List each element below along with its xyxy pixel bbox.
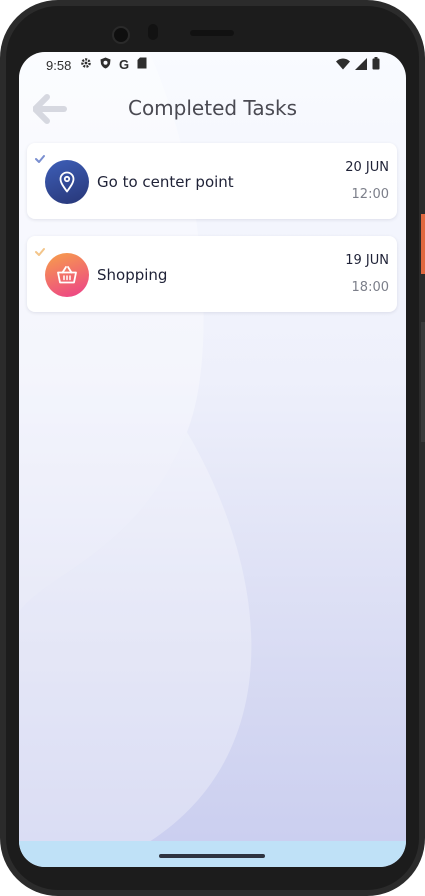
sd-card-icon <box>137 57 147 73</box>
task-card[interactable]: Go to center point 20 JUN 12:00 <box>27 143 397 219</box>
gear-icon <box>80 57 92 73</box>
status-bar: 9:58 G <box>19 52 406 80</box>
screen: 9:58 G Completed Tasks Go to center poin… <box>19 52 406 867</box>
signal-icon <box>355 57 367 74</box>
app-bar: Completed Tasks <box>19 88 406 130</box>
task-card[interactable]: Shopping 19 JUN 18:00 <box>27 236 397 312</box>
power-button <box>421 214 425 274</box>
status-icons-left: G <box>80 57 147 73</box>
phone-frame: 9:58 G Completed Tasks Go to center poin… <box>0 0 425 896</box>
battery-icon <box>372 57 380 74</box>
task-time: 12:00 <box>351 187 389 202</box>
task-date: 19 JUN <box>345 253 389 268</box>
front-camera <box>112 26 130 44</box>
location-pin-icon <box>45 160 89 204</box>
system-nav-bar <box>19 841 406 867</box>
wifi-icon <box>336 58 350 74</box>
proximity-sensor <box>148 24 158 40</box>
task-title: Go to center point <box>97 173 234 191</box>
shopping-basket-icon <box>45 253 89 297</box>
task-title: Shopping <box>97 266 168 284</box>
check-icon <box>35 149 45 163</box>
status-icons-right <box>336 57 380 74</box>
earpiece-speaker <box>190 30 234 36</box>
shield-icon <box>100 57 111 73</box>
home-gesture-handle[interactable] <box>159 854 265 858</box>
status-time: 9:58 <box>46 58 72 73</box>
task-time: 18:00 <box>351 280 389 295</box>
task-date: 20 JUN <box>345 160 389 175</box>
google-g-icon: G <box>119 57 130 72</box>
check-icon <box>35 242 45 256</box>
volume-button <box>421 322 425 442</box>
page-title: Completed Tasks <box>127 96 298 120</box>
